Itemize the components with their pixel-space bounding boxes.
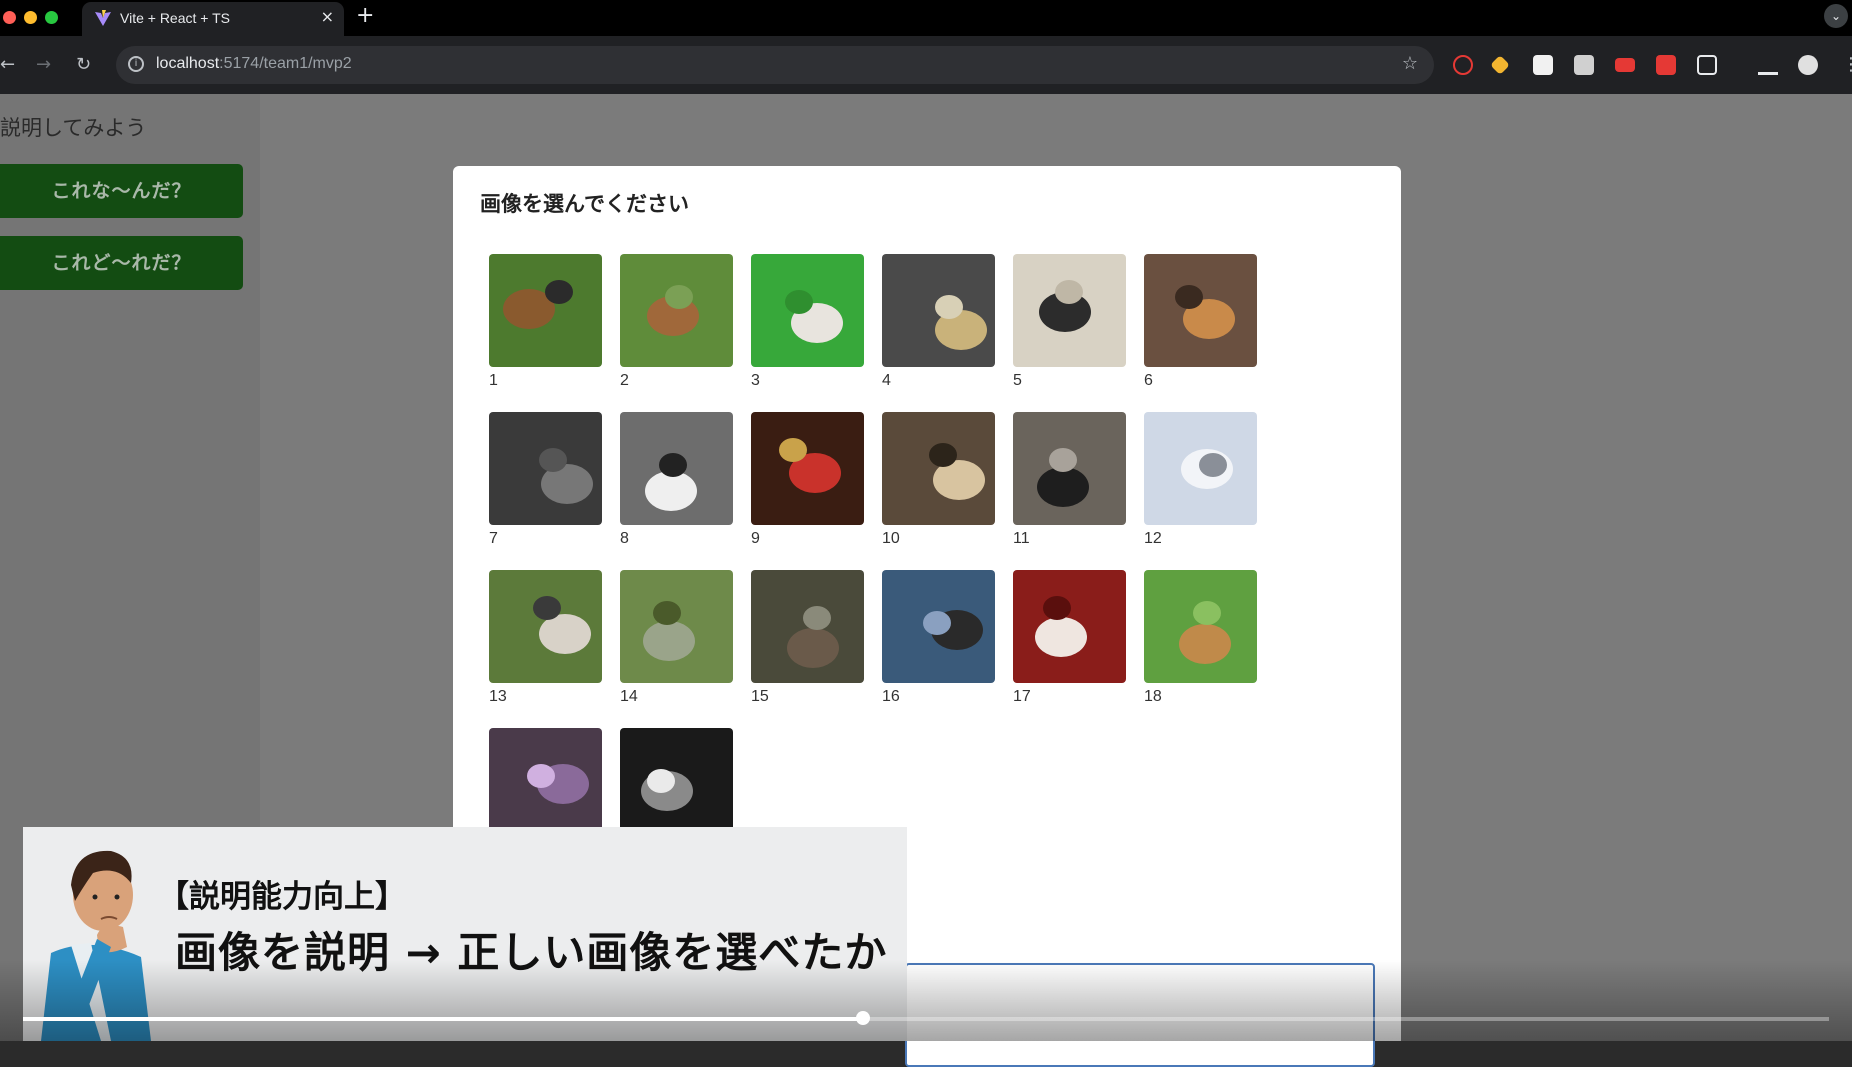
image-option[interactable]: 5	[1013, 254, 1126, 412]
what-is-this-button[interactable]: これな〜んだ？	[0, 164, 243, 218]
back-icon[interactable]: ←	[0, 54, 15, 75]
browser-toolbar: ← → ↻ i localhost:5174/team1/mvp2 ☆ ⋮	[0, 36, 1852, 94]
extension-icon[interactable]	[1574, 55, 1594, 75]
dog-photo-thumbnail[interactable]	[489, 412, 602, 525]
caption-heading: 【説明能力向上】	[158, 879, 406, 915]
image-number: 12	[1144, 530, 1162, 547]
image-number: 13	[489, 688, 507, 705]
image-number: 16	[882, 688, 900, 705]
image-option[interactable]: 13	[489, 570, 602, 728]
zoom-window-button[interactable]	[45, 11, 58, 24]
image-option[interactable]: 15	[751, 570, 864, 728]
image-option[interactable]: 6	[1144, 254, 1257, 412]
dog-photo-thumbnail[interactable]	[882, 570, 995, 683]
vite-logo-icon	[95, 10, 111, 26]
forward-icon[interactable]: →	[36, 54, 51, 75]
tab-bar: Vite + React + TS × + ⌄	[0, 0, 1852, 36]
browser-tab[interactable]: Vite + React + TS ×	[82, 2, 344, 36]
image-option[interactable]: 17	[1013, 570, 1126, 728]
bookmark-star-icon[interactable]: ☆	[1402, 53, 1418, 74]
image-option[interactable]: 12	[1144, 412, 1257, 570]
site-info-icon[interactable]: i	[128, 56, 144, 72]
extension-icon[interactable]	[1533, 55, 1553, 75]
image-option[interactable]: 9	[751, 412, 864, 570]
image-number: 1	[489, 372, 498, 389]
dog-photo-thumbnail[interactable]	[1013, 254, 1126, 367]
tab-title: Vite + React + TS	[120, 10, 230, 26]
dog-photo-thumbnail[interactable]	[620, 412, 733, 525]
image-option[interactable]: 10	[882, 412, 995, 570]
minimize-window-button[interactable]	[24, 11, 37, 24]
image-number: 8	[620, 530, 629, 547]
image-number: 10	[882, 530, 900, 547]
image-number: 7	[489, 530, 498, 547]
extension-icon[interactable]	[1656, 55, 1676, 75]
video-progress-bar[interactable]	[23, 1017, 1829, 1021]
image-number: 11	[1013, 530, 1030, 547]
sidebar-title: 説明してみよう	[0, 116, 147, 140]
dog-photo-thumbnail[interactable]	[1013, 570, 1126, 683]
dog-photo-thumbnail[interactable]	[751, 412, 864, 525]
address-bar[interactable]: i localhost:5174/team1/mvp2 ☆	[116, 46, 1434, 84]
browser-menu-icon[interactable]: ⋮	[1842, 54, 1852, 75]
extension-icon[interactable]	[1615, 58, 1635, 72]
dog-photo-thumbnail[interactable]	[620, 728, 733, 841]
image-option[interactable]: 14	[620, 570, 733, 728]
video-scrubber-handle[interactable]	[855, 1011, 870, 1025]
profile-avatar[interactable]	[1798, 55, 1818, 75]
dog-photo-thumbnail[interactable]	[1144, 254, 1257, 367]
dog-photo-thumbnail[interactable]	[751, 570, 864, 683]
image-option[interactable]: 16	[882, 570, 995, 728]
dog-photo-thumbnail[interactable]	[620, 254, 733, 367]
image-number: 5	[1013, 372, 1022, 389]
image-option[interactable]: 11	[1013, 412, 1126, 570]
image-number: 6	[1144, 372, 1153, 389]
dog-photo-thumbnail[interactable]	[1144, 412, 1257, 525]
modal-title: 画像を選んでください	[480, 192, 689, 216]
video-controls-shade	[0, 960, 1852, 1041]
extension-icon[interactable]	[1453, 55, 1473, 75]
dog-photo-thumbnail[interactable]	[882, 412, 995, 525]
image-option[interactable]: 7	[489, 412, 602, 570]
dog-photo-thumbnail[interactable]	[620, 570, 733, 683]
dog-photo-thumbnail[interactable]	[882, 254, 995, 367]
reload-icon[interactable]: ↻	[76, 54, 91, 75]
dog-photo-thumbnail[interactable]	[751, 254, 864, 367]
url-text: localhost:5174/team1/mvp2	[156, 55, 352, 72]
dog-photo-thumbnail[interactable]	[489, 570, 602, 683]
extensions-puzzle-icon[interactable]	[1697, 55, 1717, 75]
which-is-it-button[interactable]: これど〜れだ？	[0, 236, 243, 290]
image-option[interactable]: 18	[1144, 570, 1257, 728]
image-number: 9	[751, 530, 760, 547]
tab-close-icon[interactable]: ×	[321, 7, 334, 26]
dog-photo-thumbnail[interactable]	[1144, 570, 1257, 683]
dog-photo-thumbnail[interactable]	[489, 728, 602, 841]
image-number: 4	[882, 372, 891, 389]
image-number: 14	[620, 688, 638, 705]
video-progress-fill	[23, 1017, 863, 1021]
image-number: 3	[751, 372, 760, 389]
dog-photo-thumbnail[interactable]	[489, 254, 602, 367]
new-tab-button[interactable]: +	[356, 3, 374, 28]
image-number: 18	[1144, 688, 1162, 705]
image-option[interactable]: 2	[620, 254, 733, 412]
image-option[interactable]: 3	[751, 254, 864, 412]
download-icon[interactable]	[1758, 55, 1778, 75]
image-number: 2	[620, 372, 629, 389]
image-option[interactable]: 1	[489, 254, 602, 412]
close-window-button[interactable]	[3, 11, 16, 24]
image-option[interactable]: 4	[882, 254, 995, 412]
dog-photo-thumbnail[interactable]	[1013, 412, 1126, 525]
extension-icon[interactable]	[1490, 55, 1510, 75]
image-number: 17	[1013, 688, 1031, 705]
image-option[interactable]: 8	[620, 412, 733, 570]
image-number: 15	[751, 688, 769, 705]
tab-search-icon[interactable]: ⌄	[1824, 4, 1848, 28]
